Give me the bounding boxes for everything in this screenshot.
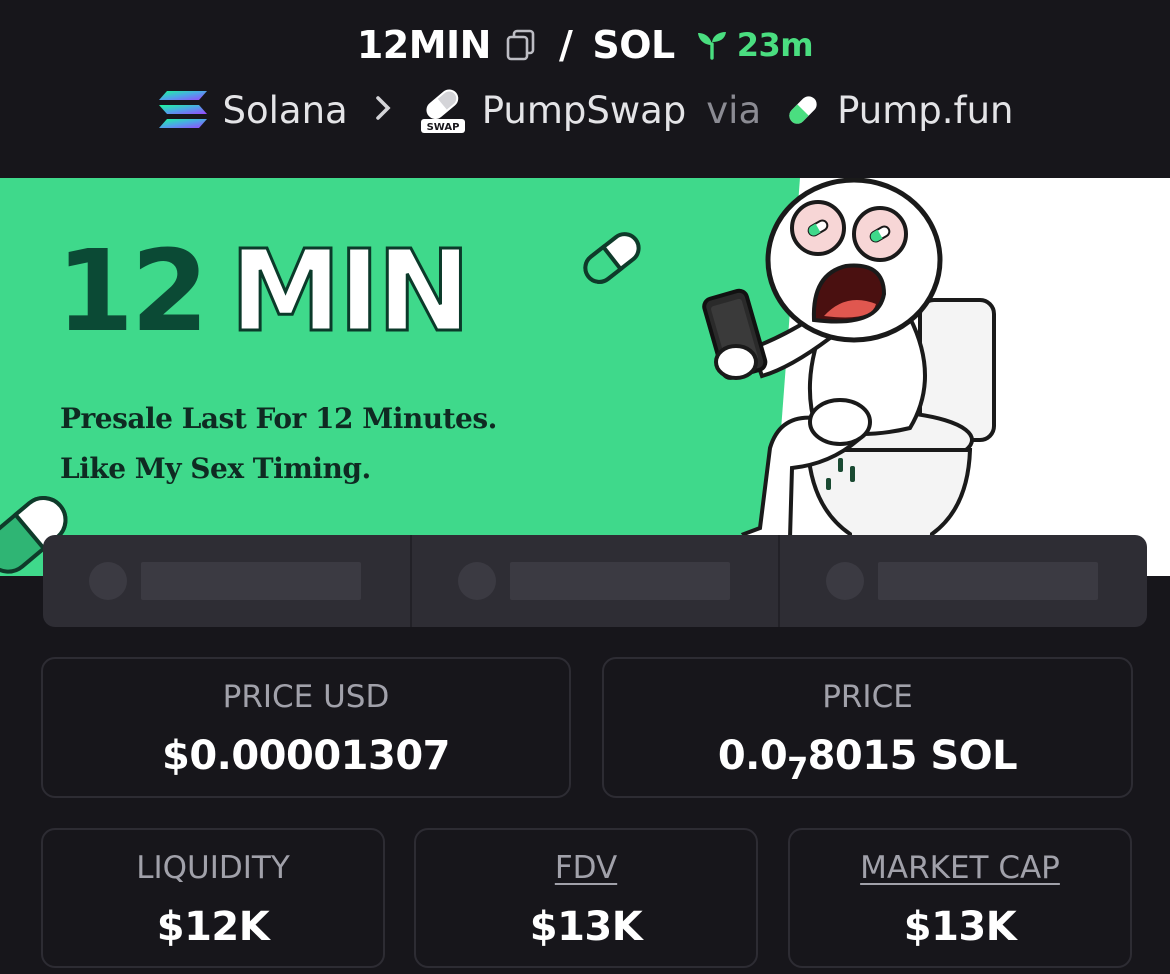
copy-icon[interactable] [505, 28, 537, 62]
price-usd-card: PRICE USD $0.00001307 [41, 657, 571, 798]
via-label: via [706, 88, 762, 132]
market-cap-label[interactable]: MARKET CAP [790, 850, 1130, 886]
solana-logo-icon [157, 89, 209, 131]
pair-age: 23m [695, 26, 814, 64]
market-cap-card[interactable]: MARKET CAP $13K [788, 828, 1132, 968]
pill-icon [783, 90, 823, 130]
banner-subtitle-line1: Presale Last For 12 Minutes. [60, 402, 497, 435]
chain-link[interactable]: Solana [223, 89, 348, 132]
banner-title-number: 12 [56, 227, 209, 357]
liquidity-value: $12K [156, 904, 270, 950]
banner-subtitle: Presale Last For 12 Minutes. Like My Sex… [60, 394, 580, 494]
loading-text [878, 562, 1099, 600]
token-banner: 12 MIN Presale Last For 12 Minutes. Like … [0, 178, 1170, 576]
fdv-card[interactable]: FDV $13K [414, 828, 758, 968]
fdv-value: $13K [529, 904, 643, 950]
liquidity-label: LIQUIDITY [136, 850, 290, 886]
pair-header: 12MIN / SOL 23m Solana SWAP PumpSwap via… [0, 0, 1170, 178]
pair-separator: / [558, 23, 573, 67]
dex-link[interactable]: PumpSwap [482, 89, 687, 132]
banner-title: 12 MIN [56, 235, 472, 350]
loading-avatar [826, 562, 865, 600]
chevron-right-icon [374, 91, 392, 129]
price-native-suffix: 8015 SOL [807, 733, 1018, 779]
loading-link-2 [412, 535, 781, 627]
loading-text [141, 562, 361, 600]
loading-avatar [457, 562, 496, 600]
social-links-loading [43, 535, 1147, 627]
breadcrumb: Solana SWAP PumpSwap via Pump.fun [0, 80, 1170, 140]
liquidity-card: LIQUIDITY $12K [41, 828, 385, 968]
pair-title-row: 12MIN / SOL 23m [0, 14, 1170, 76]
price-native-card: PRICE 0.078015 SOL [602, 657, 1133, 798]
price-native-prefix: 0.0 [717, 733, 788, 779]
price-usd-value: $0.00001307 [161, 733, 451, 779]
banner-title-word: MIN [228, 227, 472, 357]
loading-text [509, 562, 730, 600]
price-usd-label: PRICE USD [222, 679, 390, 715]
pair-age-text: 23m [736, 26, 814, 64]
loading-link-1 [43, 535, 412, 627]
price-native-zero-count: 7 [787, 752, 808, 787]
launchpad-link[interactable]: Pump.fun [837, 89, 1013, 132]
base-symbol: 12MIN [356, 23, 492, 67]
fdv-label[interactable]: FDV [416, 850, 756, 886]
price-native-value: 0.078015 SOL [604, 733, 1131, 785]
market-cap-value: $13K [903, 904, 1017, 950]
quote-symbol: SOL [592, 23, 675, 67]
loading-link-3 [780, 535, 1147, 627]
pumpswap-logo-icon: SWAP [418, 85, 468, 135]
price-native-label: PRICE [822, 679, 913, 715]
seedling-icon [697, 32, 726, 60]
banner-subtitle-line2: Like My Sex Timing. [60, 452, 371, 485]
svg-text:SWAP: SWAP [426, 122, 459, 133]
loading-avatar [89, 562, 127, 600]
